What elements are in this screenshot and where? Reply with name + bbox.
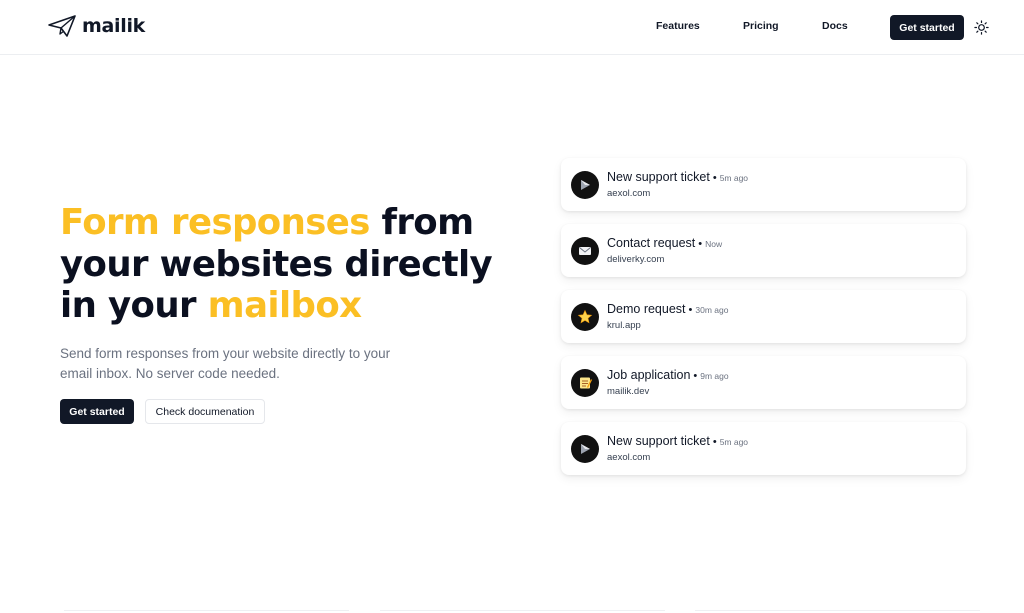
check-documentation-button[interactable]: Check documenation: [145, 399, 265, 424]
notification-card: New support ticket • 5m ago aexol.com: [561, 422, 966, 475]
notification-title-row: Contact request • Now: [607, 236, 722, 250]
notification-domain: aexol.com: [607, 452, 651, 463]
notification-title-row: Job application • 9m ago: [607, 368, 729, 382]
separator-dot: •: [712, 172, 717, 184]
separator-dot: •: [688, 304, 693, 316]
notification-time: 5m ago: [719, 173, 749, 183]
notification-time: 30m ago: [695, 305, 729, 315]
separator-dot: •: [712, 436, 717, 448]
nav-docs[interactable]: Docs: [822, 20, 848, 32]
site-header: mailik Features Pricing Docs Get started: [0, 0, 1024, 55]
sun-icon[interactable]: [974, 20, 989, 35]
notification-title: Contact request: [607, 236, 696, 250]
separator-dot: •: [698, 238, 703, 250]
play-flag-icon: [571, 435, 599, 463]
brand-logo-link[interactable]: mailik: [48, 14, 145, 38]
notification-time: 9m ago: [700, 371, 729, 381]
brand-name: mailik: [82, 15, 145, 37]
hero-title-highlight-2: mailbox: [207, 285, 362, 326]
play-flag-icon: [571, 171, 599, 199]
notification-card: Contact request • Now deliverky.com: [561, 224, 966, 277]
notification-domain: aexol.com: [607, 188, 651, 199]
envelope-icon: [571, 237, 599, 265]
star-icon: [571, 303, 599, 331]
bottom-divider: [695, 610, 980, 611]
paper-plane-icon: [48, 15, 76, 37]
notification-title-row: New support ticket • 5m ago: [607, 434, 748, 448]
notification-card: Demo request • 30m ago krul.app: [561, 290, 966, 343]
hero-subtitle: Send form responses from your website di…: [60, 346, 391, 381]
bottom-divider: [64, 610, 349, 611]
notification-domain: mailik.dev: [607, 386, 650, 397]
separator-dot: •: [693, 370, 698, 382]
notification-title-row: New support ticket • 5m ago: [607, 170, 748, 184]
notification-domain: deliverky.com: [607, 254, 665, 265]
notification-title: New support ticket: [607, 434, 710, 448]
memo-icon: [571, 369, 599, 397]
notification-title: Job application: [607, 368, 691, 382]
notification-card: Job application • 9m ago mailik.dev: [561, 356, 966, 409]
notification-time: Now: [705, 239, 723, 249]
hero-title-highlight-1: Form responses: [60, 202, 370, 243]
bottom-divider: [380, 610, 665, 611]
header-get-started-button[interactable]: Get started: [890, 15, 964, 40]
notification-time: 5m ago: [719, 437, 749, 447]
notification-domain: krul.app: [607, 320, 641, 331]
notification-title: New support ticket: [607, 170, 710, 184]
hero-get-started-button[interactable]: Get started: [60, 399, 134, 424]
notification-card: New support ticket • 5m ago aexol.com: [561, 158, 966, 211]
notification-title-row: Demo request • 30m ago: [607, 302, 728, 316]
notification-title: Demo request: [607, 302, 686, 316]
nav-features[interactable]: Features: [656, 20, 700, 32]
nav-pricing[interactable]: Pricing: [743, 20, 779, 32]
hero-title: Form responses from your websites direct…: [60, 202, 530, 327]
